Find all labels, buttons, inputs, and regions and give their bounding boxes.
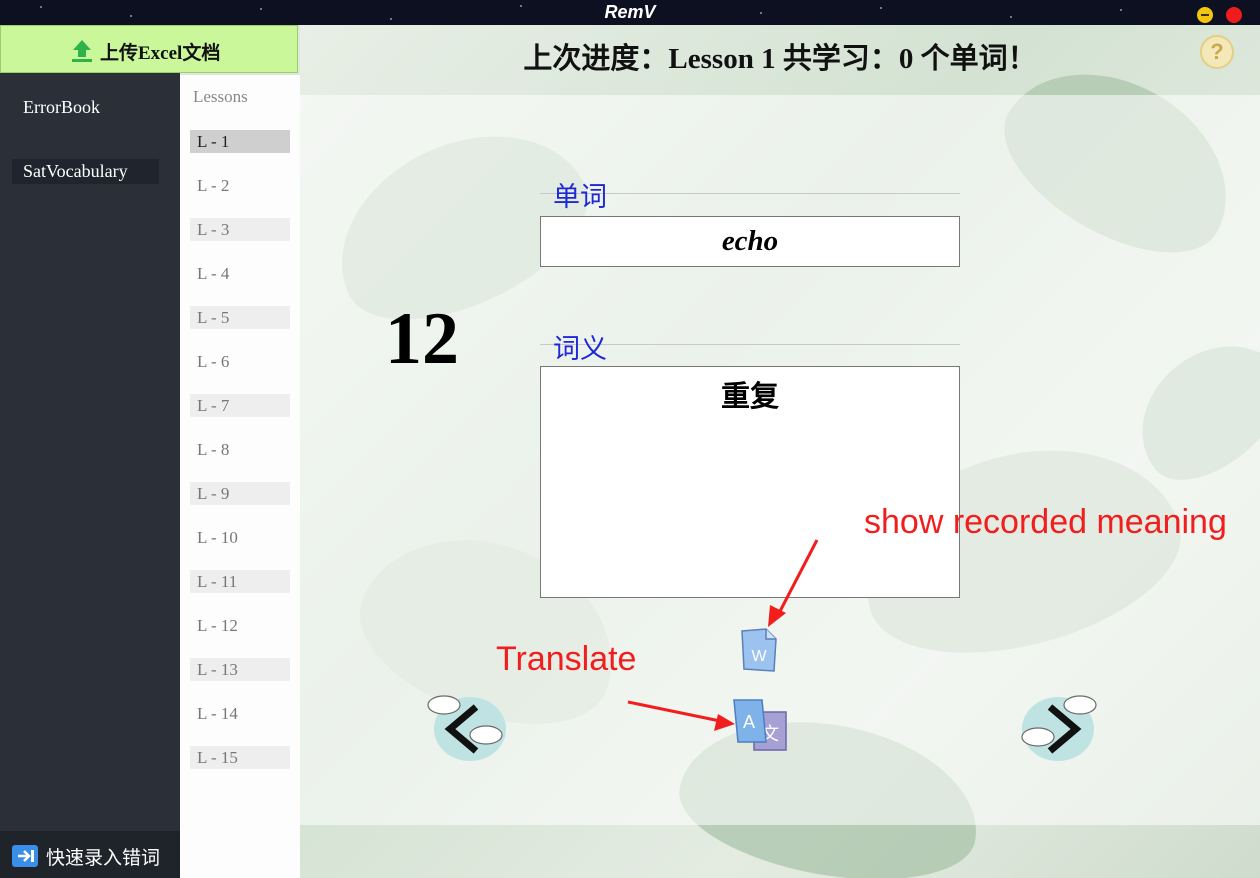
vocabulary-item-satvocabulary[interactable]: SatVocabulary	[12, 159, 159, 184]
lesson-item[interactable]: L - 6	[190, 350, 290, 373]
title-bar: RemV	[0, 0, 1260, 25]
lesson-item[interactable]: L - 15	[190, 746, 290, 769]
lesson-item[interactable]: L - 2	[190, 174, 290, 197]
lesson-item[interactable]: L - 5	[190, 306, 290, 329]
lesson-item[interactable]: L - 10	[190, 526, 290, 549]
lesson-list: Lessons L - 1 L - 2 L - 3 L - 4 L - 5 L …	[180, 75, 300, 878]
lesson-item[interactable]: L - 7	[190, 394, 290, 417]
lesson-item[interactable]: L - 9	[190, 482, 290, 505]
upload-icon	[72, 40, 92, 62]
upload-excel-button[interactable]: 上传Excel文档	[0, 25, 298, 73]
annotation-arrows	[627, 539, 819, 731]
lesson-item[interactable]: L - 14	[190, 702, 290, 725]
lesson-item[interactable]: L - 12	[190, 614, 290, 637]
vocabulary-sidebar: ErrorBook SatVocabulary	[0, 25, 180, 878]
upload-excel-label: 上传Excel文档	[100, 43, 221, 64]
quick-entry-icon	[12, 845, 38, 867]
lessons-header: Lessons	[193, 87, 248, 106]
lesson-item[interactable]: L - 11	[190, 570, 290, 593]
vocabulary-item-errorbook[interactable]: ErrorBook	[12, 95, 111, 120]
lesson-item[interactable]: L - 4	[190, 262, 290, 285]
minimize-button[interactable]	[1197, 7, 1213, 23]
quick-entry-label: 快速录入错词	[46, 848, 161, 869]
study-panel: 上次进度：Lesson 1 共学习：0 个单词！ ? 12 单词 echo 词义…	[300, 25, 1260, 878]
lesson-item[interactable]: L - 3	[190, 218, 290, 241]
close-button[interactable]	[1226, 7, 1242, 23]
lesson-item[interactable]: L - 13	[190, 658, 290, 681]
lesson-item[interactable]: L - 1	[190, 130, 290, 153]
quick-entry-button[interactable]: 快速录入错词	[0, 831, 180, 878]
app-title: RemV	[604, 2, 656, 22]
lesson-item[interactable]: L - 8	[190, 438, 290, 461]
